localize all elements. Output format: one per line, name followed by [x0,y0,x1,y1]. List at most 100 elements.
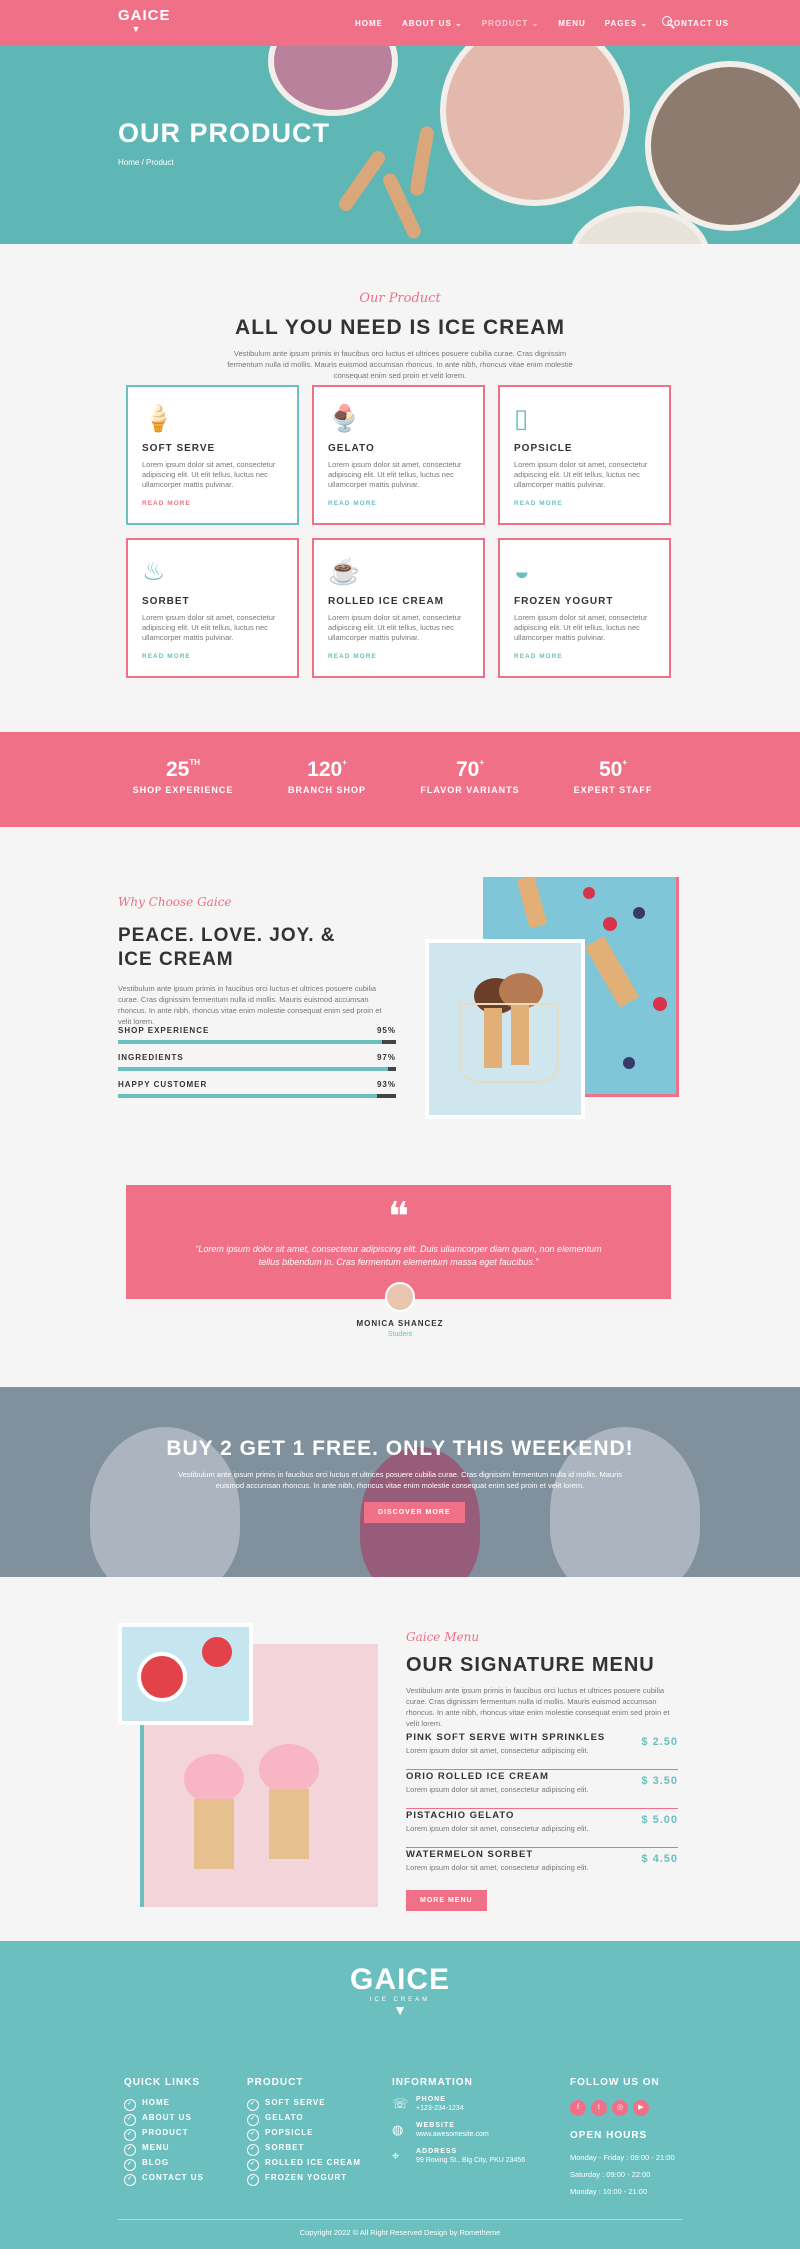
breadcrumb[interactable]: Home / Product [118,158,174,167]
rolled-ice-cream-icon: ☕ [328,556,361,586]
info-value[interactable]: +123-234-1234 [416,2105,464,2112]
menu-item-price: $ 2.50 [641,1736,678,1748]
follow-column: FOLLOW US ON f t ◎ ▶ OPEN HOURS Monday - Fr… [570,2077,675,2200]
footer-link[interactable]: BLOG [124,2156,204,2171]
skill-label: HAPPY CUSTOMER [118,1080,208,1089]
skill-value: 97% [376,1053,396,1062]
brand-logo[interactable]: GAICE ▼ [118,8,170,35]
product-links-column: PRODUCT SOFT SERVE GELATO POPSICLE SORBE… [247,2077,361,2186]
nav-pages[interactable]: PAGES ⌄ [605,19,648,28]
product-title: POPSICLE [514,443,573,454]
stat-suffix: TH [189,758,201,767]
facebook-icon[interactable]: f [570,2100,586,2116]
menu-item-name: WATERMELON SORBET [406,1849,534,1860]
testimonial-quote: “Lorem ipsum dolor sit amet, consectetur… [195,1244,602,1267]
product-title: FROZEN YOGURT [514,596,614,607]
footer-link[interactable]: ROLLED ICE CREAM [247,2156,361,2171]
footer-link[interactable]: CONTACT US [124,2171,204,2186]
cone-icon: ▼ [131,24,141,34]
product-text: Lorem ipsum dolor sit amet, consectetur … [142,613,276,642]
footer-link[interactable]: SOFT SERVE [247,2096,361,2111]
footer-link[interactable]: GELATO [247,2111,361,2126]
quick-links-column: QUICK LINKS HOME ABOUT US PRODUCT MENU B… [124,2077,204,2186]
section-lead: Vestibulum ante ipsum primis in faucibus… [118,984,382,1026]
page-title: OUR PRODUCT [118,118,330,148]
menu-item-price: $ 4.50 [641,1853,678,1865]
footer-link[interactable]: POPSICLE [247,2126,361,2141]
product-title: SORBET [142,596,190,607]
footer-link[interactable]: ABOUT US [124,2111,204,2126]
skill-value: 93% [376,1080,396,1089]
twitter-icon[interactable]: t [591,2100,607,2116]
menu-item: WATERMELON SORBET Lorem ipsum dolor sit … [406,1849,678,1887]
progress-track [118,1040,396,1044]
section-kicker: Why Choose Gaice [118,895,232,909]
promo-lead: Vestibulum ante ipsum primis in faucibus… [178,1470,622,1490]
social-links: f t ◎ ▶ [570,2096,675,2116]
footer-link[interactable]: MENU [124,2141,204,2156]
youtube-icon[interactable]: ▶ [633,2100,649,2116]
footer-link[interactable]: PRODUCT [124,2126,204,2141]
product-card: 🍦 SOFT SERVE Lorem ipsum dolor sit amet,… [126,385,299,525]
footer-link[interactable]: SORBET [247,2141,361,2156]
skill-bar: SHOP EXPERIENCE 95% [118,1026,396,1044]
menu-item-desc: Lorem ipsum dolor sit amet, consectetur … [406,1863,589,1872]
stat-item: 120+ BRANCH SHOP [257,758,397,795]
stat-number: 120 [307,758,343,781]
product-text: Lorem ipsum dolor sit amet, consectetur … [328,613,462,642]
product-title: GELATO [328,443,375,454]
nav-product[interactable]: PRODUCT ⌄ [482,19,539,28]
footer-link[interactable]: HOME [124,2096,204,2111]
section-title: PEACE. LOVE. JOY. & ICE CREAM [118,925,336,970]
why-choose-section: Why Choose Gaice PEACE. LOVE. JOY. & ICE… [0,827,800,1387]
nav-about-us[interactable]: ABOUT US ⌄ [402,19,463,28]
more-menu-button[interactable]: MORE MENU [406,1890,487,1911]
nav-home[interactable]: HOME [355,19,383,28]
footer: GAICE ICE CREAM ▼ QUICK LINKS HOME ABOUT… [0,1941,800,2249]
read-more-link[interactable]: READ MORE [328,500,469,507]
stat-label: SHOP EXPERIENCE [132,785,234,795]
read-more-link[interactable]: READ MORE [514,653,655,660]
hours-row: Saturday : 09:00 - 22:00 [570,2170,651,2179]
stats-band: 25TH SHOP EXPERIENCE 120+ BRANCH SHOP 70… [0,732,800,827]
read-more-link[interactable]: READ MORE [142,500,283,507]
top-navbar: GAICE ▼ HOME ABOUT US ⌄ PRODUCT ⌄ MENU P… [0,0,800,46]
read-more-link[interactable]: READ MORE [514,500,655,507]
footer-logo[interactable]: GAICE ICE CREAM ▼ [350,1963,450,2017]
quote-icon: ❝ [387,1194,410,1240]
footer-link[interactable]: FROZEN YOGURT [247,2171,361,2186]
brand-name: GAICE [350,1963,451,1996]
info-row: ⌖ ADDRESS 99 Roving St., Big City, PKU 23… [392,2148,525,2164]
read-more-link[interactable]: READ MORE [142,653,283,660]
stat-suffix: + [479,758,485,767]
product-card: ☕ ROLLED ICE CREAM Lorem ipsum dolor sit… [312,538,485,678]
product-card: ▯ POPSICLE Lorem ipsum dolor sit amet, c… [498,385,671,525]
nav-menu[interactable]: MENU [558,19,586,28]
nav-contact-us[interactable]: CONTACT US [667,19,729,28]
products-section: Our Product ALL YOU NEED IS ICE CREAM Ve… [0,244,800,732]
hero-banner: OUR PRODUCT Home / Product [0,46,800,244]
popsicle-icon: ▯ [514,403,529,433]
menu-item-name: PINK SOFT SERVE WITH SPRINKLES [406,1732,606,1743]
stat-item: 25TH SHOP EXPERIENCE [113,758,253,795]
discover-more-button[interactable]: DISCOVER MORE [364,1502,465,1523]
skill-label: INGREDIENTS [118,1053,184,1062]
cone-icon: ▼ [393,2002,407,2018]
product-text: Lorem ipsum dolor sit amet, consectetur … [142,460,276,489]
info-row: ◍ WEBSITE www.awesomesite.com [392,2122,525,2138]
product-title: SOFT SERVE [142,443,216,454]
progress-track [118,1067,396,1071]
product-card: ♨ SORBET Lorem ipsum dolor sit amet, con… [126,538,299,678]
search-icon[interactable] [662,16,672,26]
gelato-icon: 🍨 [328,403,361,433]
skill-label: SHOP EXPERIENCE [118,1026,210,1035]
info-value[interactable]: www.awesomesite.com [416,2131,489,2138]
menu-item-desc: Lorem ipsum dolor sit amet, consectetur … [406,1746,589,1755]
promo-banner: BUY 2 GET 1 FREE. ONLY THIS WEEKEND! Ves… [0,1387,800,1577]
section-lead: Vestibulum ante ipsum primis in faucibus… [406,1686,670,1728]
menu-item-desc: Lorem ipsum dolor sit amet, consectetur … [406,1785,589,1794]
read-more-link[interactable]: READ MORE [328,653,469,660]
info-label: ADDRESS [416,2148,458,2155]
ice-cream-cones-photo [425,939,585,1119]
instagram-icon[interactable]: ◎ [612,2100,628,2116]
